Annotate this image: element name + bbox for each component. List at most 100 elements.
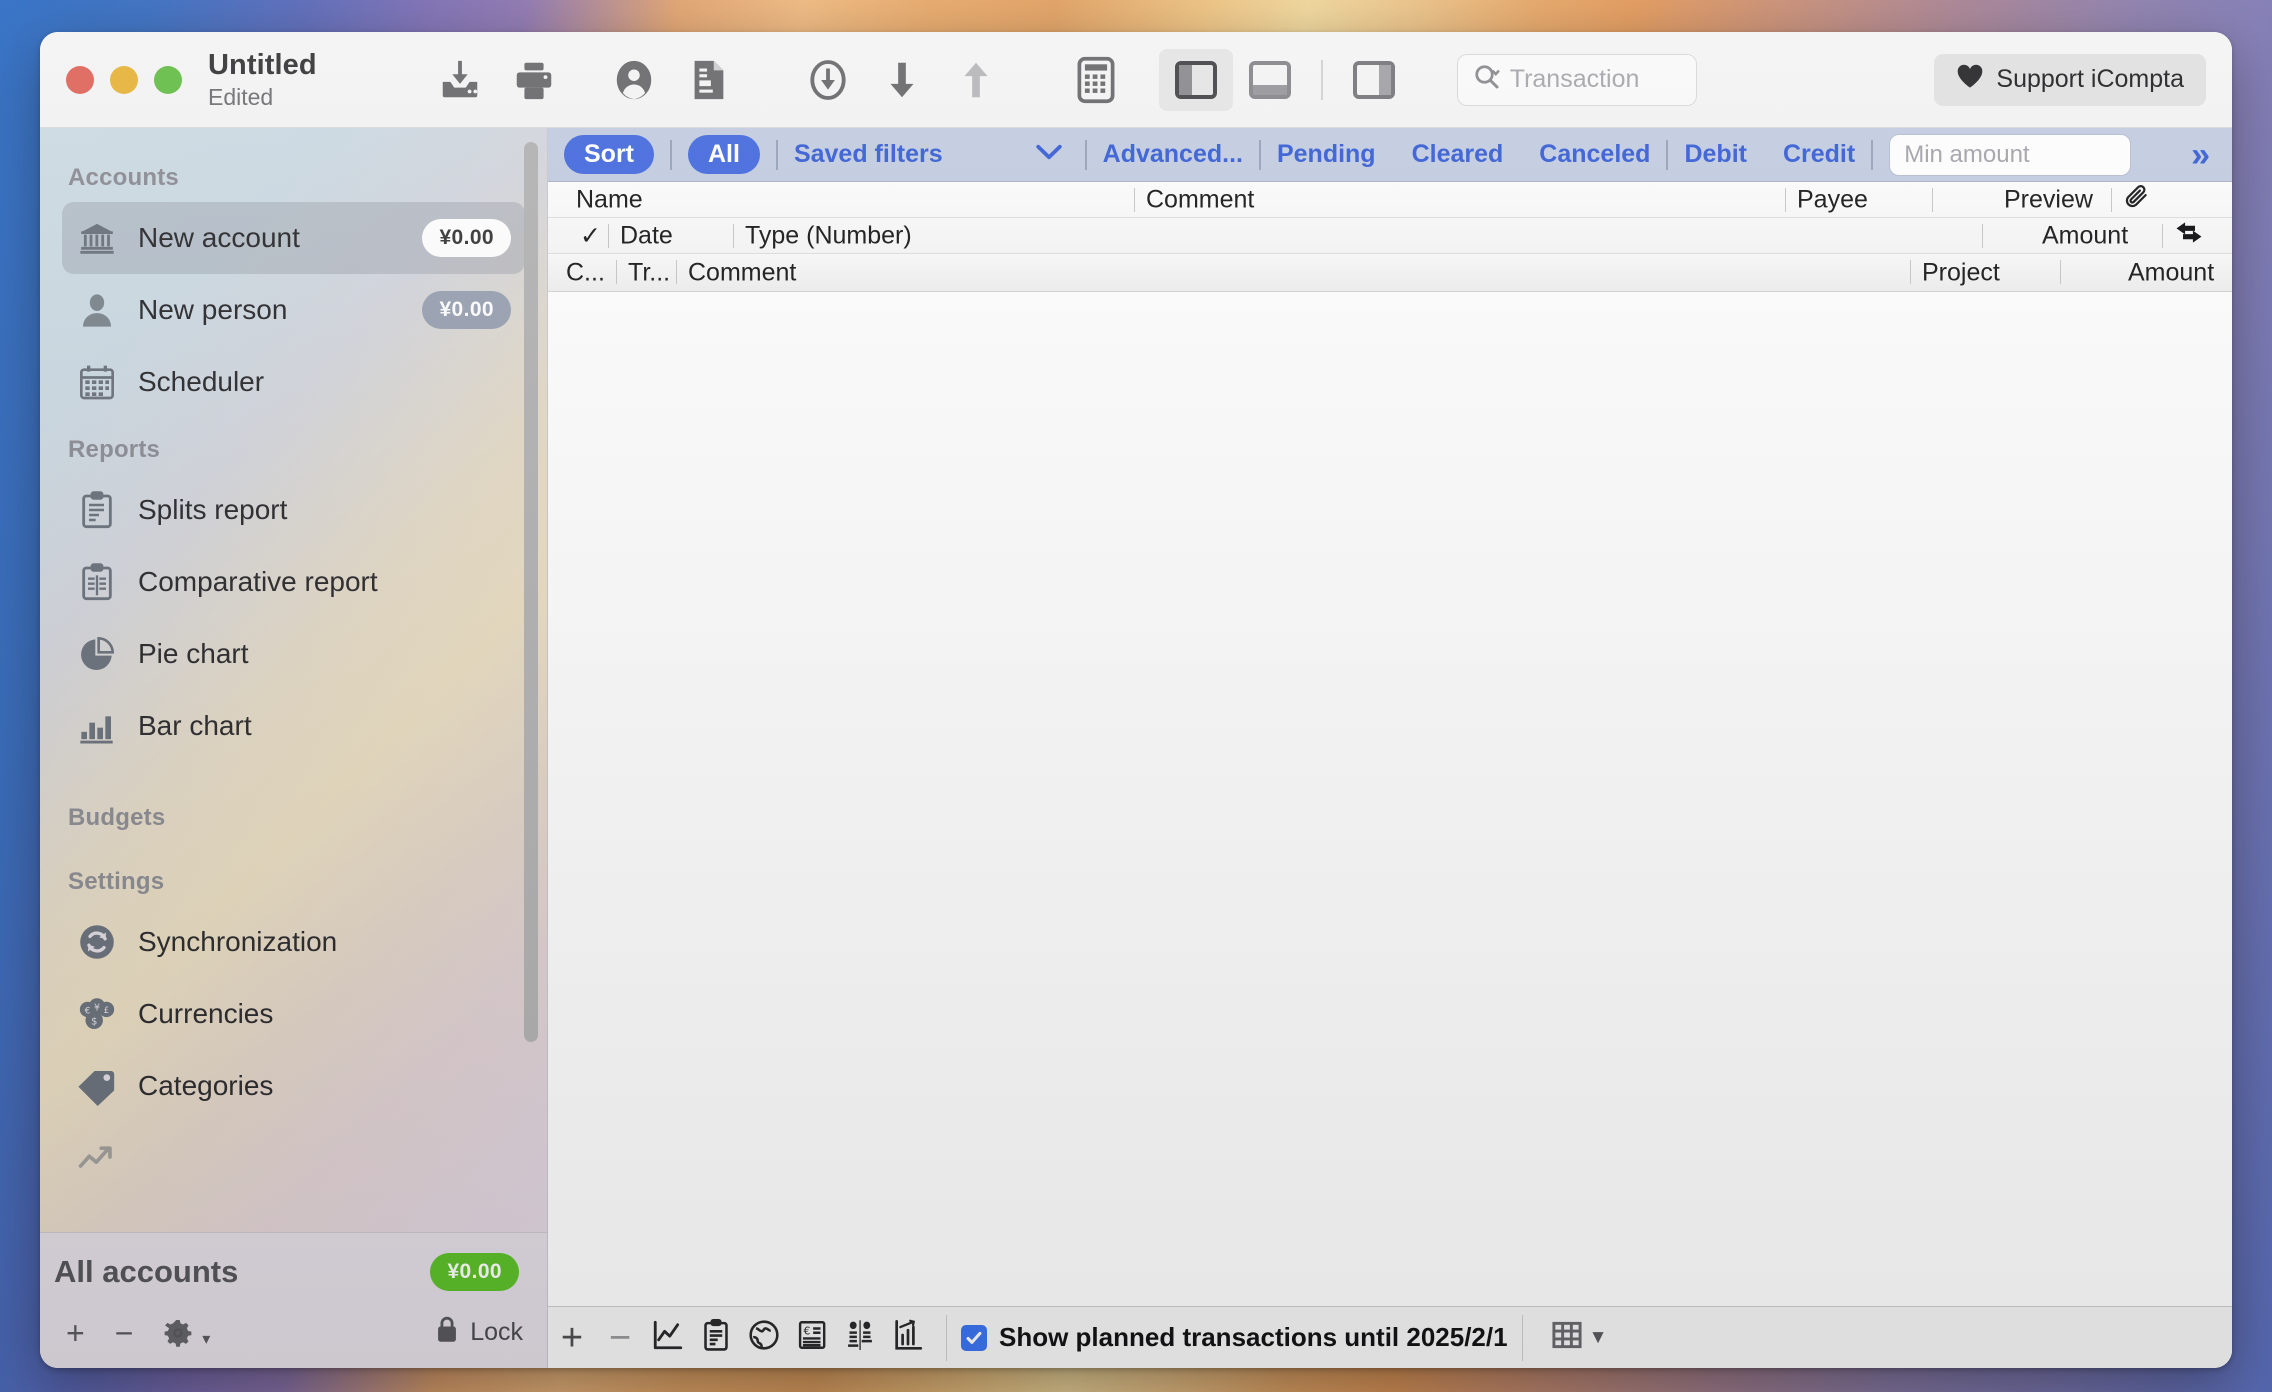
saved-filters-dropdown[interactable]: Saved filters bbox=[794, 140, 1069, 169]
show-planned-transactions-checkbox[interactable]: Show planned transactions until 2025/2/1 bbox=[961, 1322, 1508, 1353]
column-header-check[interactable]: ✓ bbox=[580, 221, 601, 251]
calculator-button[interactable] bbox=[1059, 49, 1133, 111]
sidebar-item-new-account[interactable]: New account ¥0.00 bbox=[62, 202, 525, 274]
lock-label: Lock bbox=[470, 1318, 523, 1347]
column-header-name[interactable]: Name bbox=[576, 185, 643, 214]
cleared-filter-button[interactable]: Cleared bbox=[1412, 140, 1504, 169]
sidebar-item-bar-chart[interactable]: Bar chart bbox=[62, 690, 525, 762]
credit-arrow-button[interactable] bbox=[939, 49, 1013, 111]
sort-button[interactable]: Sort bbox=[564, 135, 654, 174]
icompta-window: Untitled Edited bbox=[40, 32, 2232, 1368]
sidebar-item-label: Currencies bbox=[138, 998, 511, 1030]
minimize-button[interactable] bbox=[110, 66, 138, 94]
svg-text:¥: ¥ bbox=[94, 1002, 100, 1013]
transactions-table-body[interactable] bbox=[548, 292, 2232, 1306]
column-header-amount[interactable]: Amount bbox=[2042, 221, 2128, 250]
column-header-type-number[interactable]: Type (Number) bbox=[745, 221, 912, 250]
trend-chart-icon bbox=[892, 1318, 924, 1357]
svg-text:€: € bbox=[85, 1006, 91, 1016]
transfer-arrows-icon[interactable] bbox=[2174, 219, 2204, 252]
column-header-date[interactable]: Date bbox=[620, 221, 673, 250]
column-header-preview[interactable]: Preview bbox=[2004, 185, 2093, 214]
download-button[interactable] bbox=[791, 49, 865, 111]
table-header-row-3: C... Tr... Comment Project Amount bbox=[548, 254, 2232, 292]
sidebar-item-scheduler[interactable]: Scheduler bbox=[62, 346, 525, 418]
column-header-split-amount[interactable]: Amount bbox=[2128, 258, 2214, 287]
min-amount-input[interactable]: Min amount bbox=[1889, 134, 2131, 176]
sidebar-item-categories[interactable]: Categories bbox=[62, 1050, 525, 1122]
chevron-down-icon: ▼ bbox=[1589, 1327, 1608, 1349]
filter-divider bbox=[1666, 140, 1668, 170]
sidebar-item-label: Splits report bbox=[138, 494, 511, 526]
sidebar-group-reports: Reports bbox=[40, 418, 547, 474]
sidebar-item-currencies[interactable]: € £ ¥ $ Currencies bbox=[62, 978, 525, 1050]
print-icon bbox=[511, 57, 557, 103]
paperclip-icon[interactable] bbox=[2123, 182, 2151, 217]
column-header-project[interactable]: Project bbox=[1922, 258, 2000, 287]
lock-button[interactable]: Lock bbox=[434, 1315, 523, 1350]
search-input[interactable]: Transaction bbox=[1457, 54, 1697, 106]
clipboard-columns-icon bbox=[76, 561, 118, 603]
sidebar-item-pie-chart[interactable]: Pie chart bbox=[62, 618, 525, 690]
zoom-button[interactable] bbox=[154, 66, 182, 94]
support-icompta-button[interactable]: Support iCompta bbox=[1934, 54, 2206, 106]
sidebar-item-comparative-report[interactable]: Comparative report bbox=[62, 546, 525, 618]
table-header-row-2: ✓ Date Type (Number) Amount bbox=[548, 218, 2232, 254]
column-header-payee[interactable]: Payee bbox=[1797, 185, 1868, 214]
search-placeholder: Transaction bbox=[1510, 65, 1640, 94]
sidebar-item-new-person[interactable]: New person ¥0.00 bbox=[62, 274, 525, 346]
toggle-bottom-panel-button[interactable] bbox=[1233, 49, 1307, 111]
person-button[interactable] bbox=[597, 49, 671, 111]
sidebar-item-splits-report[interactable]: Splits report bbox=[62, 474, 525, 546]
remove-account-button[interactable]: − bbox=[115, 1317, 134, 1349]
main-bottom-toolbar: + − bbox=[548, 1306, 2232, 1368]
show-planned-label: Show planned transactions until 2025/2/1 bbox=[999, 1322, 1508, 1353]
add-account-button[interactable]: + bbox=[66, 1317, 85, 1349]
advanced-filter-button[interactable]: Advanced... bbox=[1103, 140, 1243, 169]
checkbox-checked-icon bbox=[961, 1325, 987, 1351]
column-header-c[interactable]: C... bbox=[566, 258, 605, 287]
compare-button[interactable] bbox=[836, 1318, 884, 1357]
sidebar-footer-toolbar: + − ▾ bbox=[40, 1304, 547, 1362]
line-chart-button[interactable] bbox=[644, 1318, 692, 1357]
clipboard-button[interactable] bbox=[692, 1318, 740, 1357]
add-transaction-button[interactable]: + bbox=[548, 1319, 596, 1357]
sidebar-scrollbar[interactable] bbox=[524, 142, 538, 1042]
invoice-button[interactable]: € bbox=[788, 1318, 836, 1357]
window-title: Untitled bbox=[208, 50, 317, 80]
close-button[interactable] bbox=[66, 66, 94, 94]
pending-filter-button[interactable]: Pending bbox=[1277, 140, 1376, 169]
svg-text:$: $ bbox=[91, 1016, 97, 1027]
debit-arrow-button[interactable] bbox=[865, 49, 939, 111]
traffic-light-group bbox=[40, 66, 182, 94]
sidebar-scroll-area[interactable]: Accounts New account ¥0.00 bbox=[40, 128, 547, 1232]
clipboard-icon bbox=[700, 1318, 732, 1357]
column-header-comment[interactable]: Comment bbox=[1146, 185, 1254, 214]
arrow-down-icon bbox=[882, 57, 922, 103]
credit-filter-button[interactable]: Credit bbox=[1783, 140, 1855, 169]
invoice-icon: € bbox=[796, 1318, 828, 1357]
column-header-tr[interactable]: Tr... bbox=[628, 258, 670, 287]
expand-filters-button[interactable]: » bbox=[2191, 138, 2232, 172]
column-options-button[interactable]: ▼ bbox=[1537, 1320, 1622, 1355]
toggle-sidebar-button[interactable] bbox=[1159, 49, 1233, 111]
account-settings-gear-button[interactable]: ▾ bbox=[163, 1317, 210, 1349]
document-report-button[interactable] bbox=[671, 49, 745, 111]
debit-filter-button[interactable]: Debit bbox=[1684, 140, 1747, 169]
lock-icon bbox=[434, 1315, 460, 1350]
download-circle-icon bbox=[805, 57, 851, 103]
remove-transaction-button[interactable]: − bbox=[596, 1319, 644, 1357]
import-button[interactable] bbox=[423, 49, 497, 111]
sidebar-item-partially-visible[interactable] bbox=[62, 1122, 525, 1194]
filter-bar: Sort All Saved filters Advanced... bbox=[548, 128, 2232, 182]
min-amount-placeholder: Min amount bbox=[1904, 141, 2029, 169]
toggle-inspector-button[interactable] bbox=[1337, 49, 1411, 111]
sidebar-item-synchronization[interactable]: Synchronization bbox=[62, 906, 525, 978]
trend-chart-button[interactable] bbox=[884, 1318, 932, 1357]
all-filter-button[interactable]: All bbox=[688, 135, 760, 174]
globe-button[interactable] bbox=[740, 1318, 788, 1357]
bottom-toolbar-divider bbox=[1522, 1315, 1523, 1361]
canceled-filter-button[interactable]: Canceled bbox=[1539, 140, 1650, 169]
print-button[interactable] bbox=[497, 49, 571, 111]
column-header-split-comment[interactable]: Comment bbox=[688, 258, 796, 287]
